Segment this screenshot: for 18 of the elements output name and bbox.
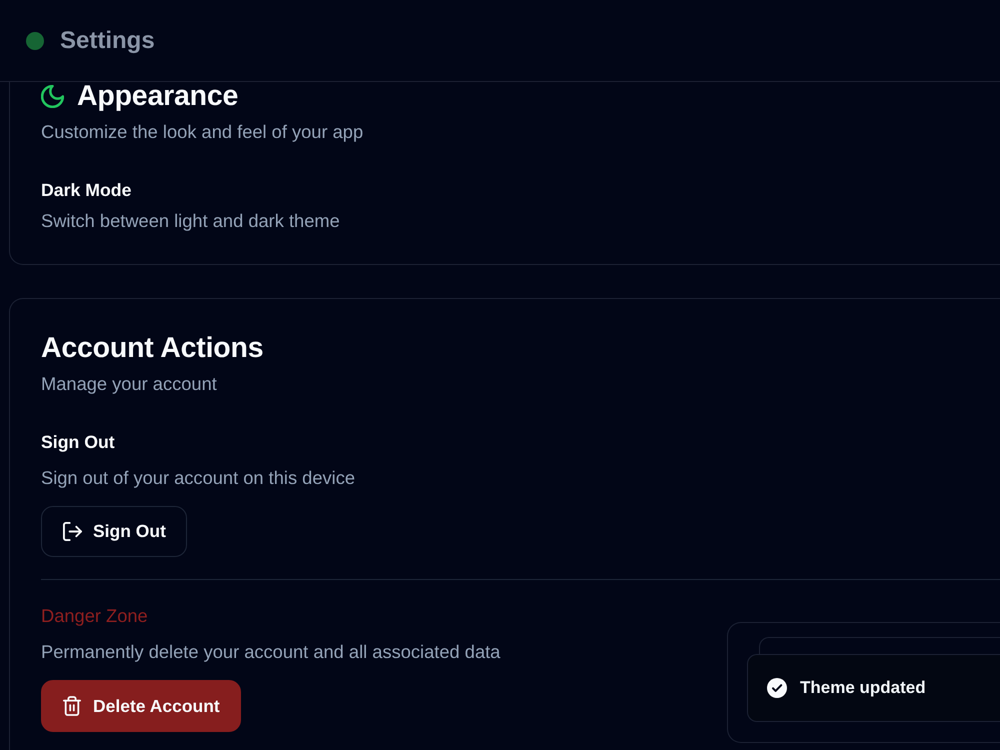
- logo-icon: [26, 32, 44, 50]
- card-description: Customize the look and feel of your app: [41, 120, 364, 144]
- trash-icon: [63, 696, 81, 716]
- danger-zone-label: Danger Zone: [41, 604, 148, 628]
- toast-message: Theme updated: [800, 677, 926, 699]
- setting-description: Sign out of your account on this device: [41, 466, 356, 490]
- setting-description: Permanently delete your account and all associated data: [41, 640, 500, 664]
- sign-out-button[interactable]: Sign Out: [41, 506, 187, 557]
- setting-label: Dark Mode: [41, 179, 132, 202]
- card-title: Account Actions: [41, 334, 264, 362]
- log-out-icon: [63, 522, 82, 541]
- setting-label: Sign Out: [41, 431, 115, 454]
- card-description: Manage your account: [41, 372, 218, 396]
- delete-account-button[interactable]: Delete Account: [41, 680, 241, 732]
- page-title: Settings: [60, 26, 155, 56]
- card-title: Appearance: [77, 82, 238, 110]
- check-circle-icon: [767, 678, 787, 698]
- setting-description: Switch between light and dark theme: [41, 209, 340, 233]
